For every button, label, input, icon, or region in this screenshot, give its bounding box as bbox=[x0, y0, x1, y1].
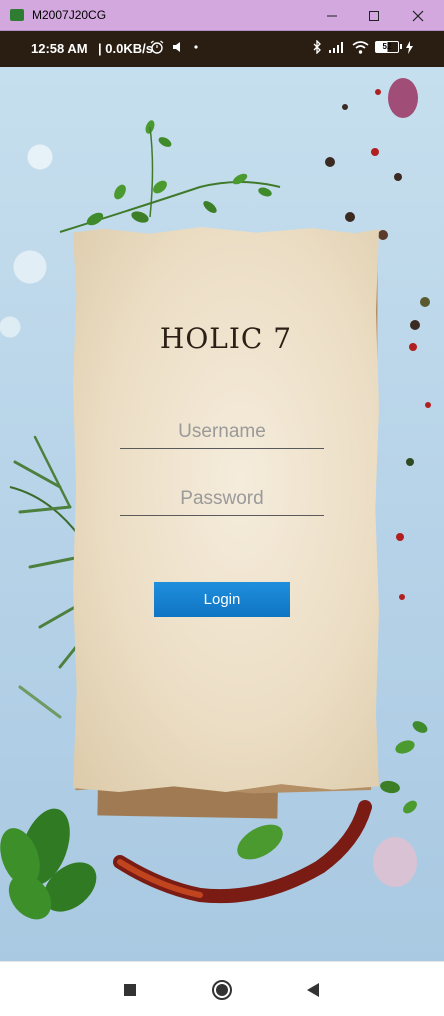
back-icon bbox=[307, 983, 319, 997]
minimize-icon bbox=[327, 15, 337, 16]
window-titlebar: M2007J20CG bbox=[0, 0, 444, 31]
recent-apps-button[interactable] bbox=[119, 979, 141, 1001]
status-time: 12:58 AM bbox=[31, 41, 88, 56]
username-field[interactable] bbox=[120, 415, 324, 449]
maximize-button[interactable] bbox=[352, 0, 396, 31]
dot-icon bbox=[194, 45, 198, 49]
signal-icon bbox=[329, 41, 343, 53]
recent-apps-icon bbox=[124, 984, 136, 996]
close-button[interactable] bbox=[396, 0, 440, 31]
maximize-icon bbox=[369, 10, 379, 21]
login-button[interactable]: Login bbox=[154, 582, 290, 617]
password-field[interactable] bbox=[120, 482, 324, 516]
charging-icon bbox=[406, 40, 413, 54]
app-title: HOLIC 7 bbox=[159, 322, 293, 355]
status-network-speed: | 0.0KB/s bbox=[98, 41, 153, 56]
alarm-icon bbox=[150, 40, 164, 54]
minimize-button[interactable] bbox=[310, 0, 354, 31]
nav-bar bbox=[0, 961, 444, 1016]
close-icon bbox=[412, 10, 424, 21]
back-button[interactable] bbox=[302, 979, 324, 1001]
status-icons-left bbox=[150, 40, 200, 54]
status-bar: 12:58 AM | 0.0KB/s 52 bbox=[0, 31, 444, 67]
status-icons-right: 52 bbox=[313, 40, 414, 54]
window-title: M2007J20CG bbox=[32, 8, 107, 22]
home-button[interactable] bbox=[211, 979, 233, 1001]
home-icon bbox=[212, 980, 232, 1000]
app-icon bbox=[10, 9, 24, 21]
volume-icon bbox=[173, 42, 180, 52]
bluetooth-icon bbox=[313, 40, 321, 54]
wifi-icon bbox=[352, 40, 369, 54]
battery-icon: 52 bbox=[375, 41, 402, 53]
